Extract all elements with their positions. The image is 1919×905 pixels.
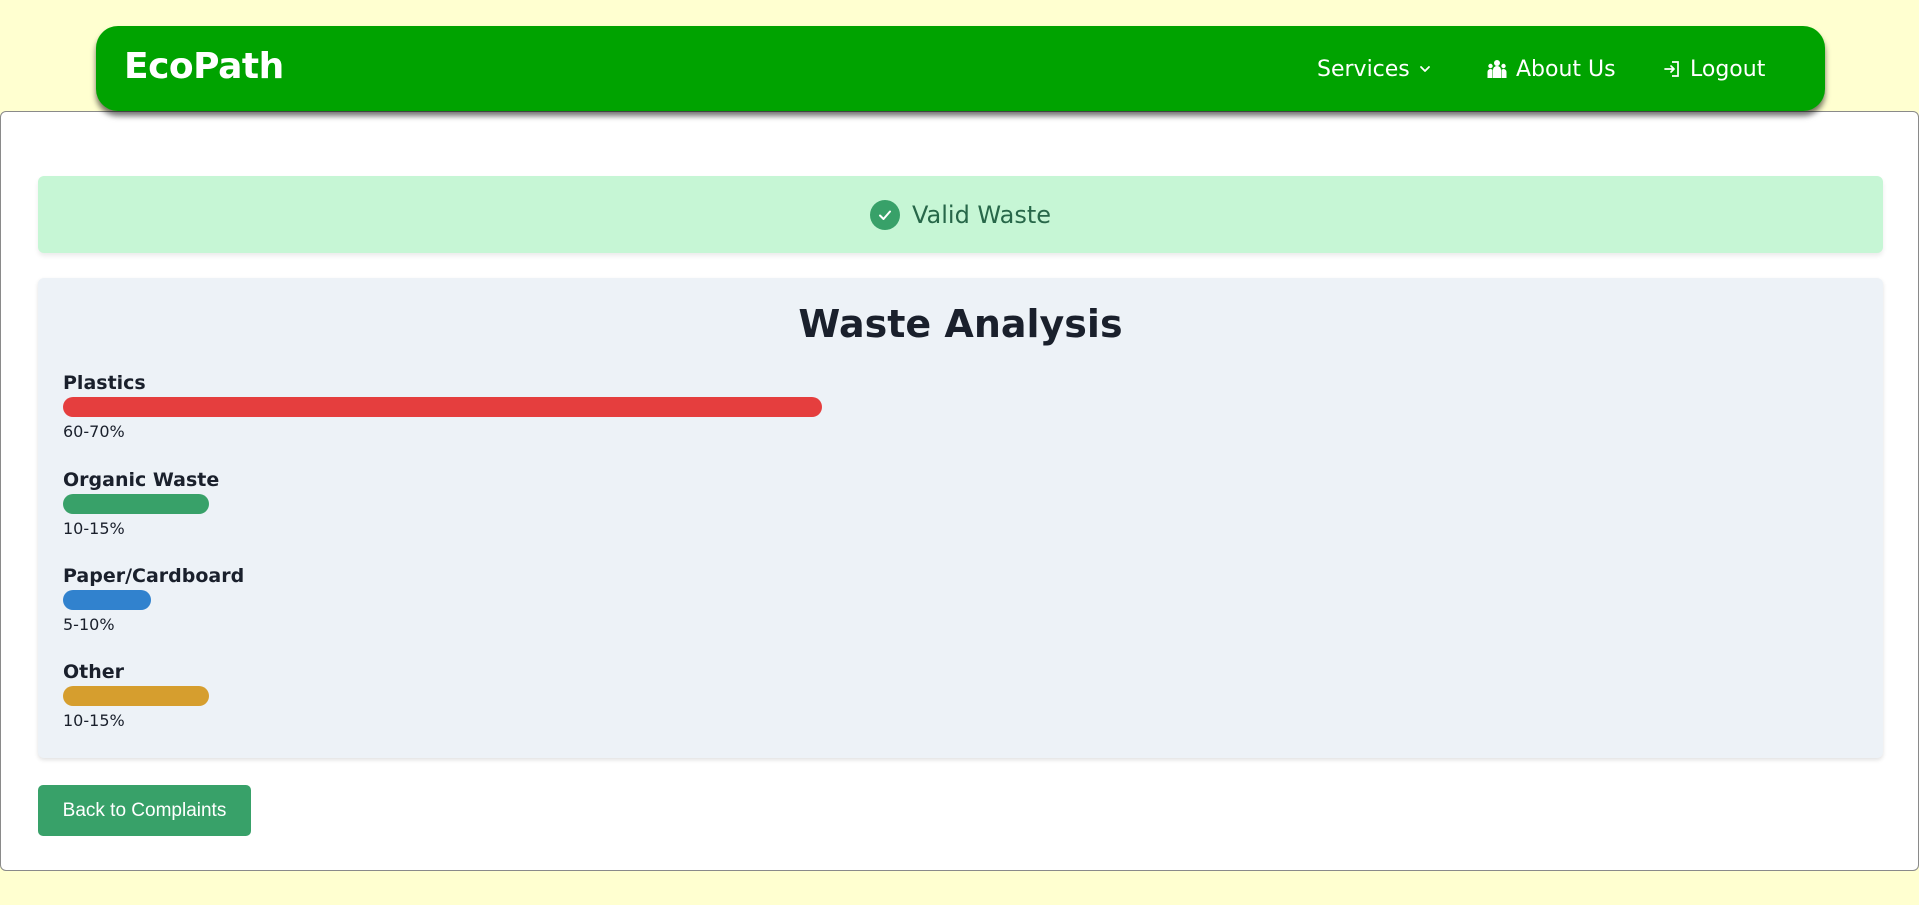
category-bar-fill bbox=[63, 686, 209, 706]
nav-logout[interactable]: Logout bbox=[1662, 54, 1765, 84]
category-bar-track bbox=[63, 590, 1230, 610]
category-bar-fill bbox=[63, 494, 209, 514]
category-bar-track bbox=[63, 397, 1230, 417]
category-range: 10-15% bbox=[63, 519, 125, 538]
category-bar-fill bbox=[63, 397, 822, 417]
chevron-down-icon bbox=[1418, 62, 1432, 76]
users-icon bbox=[1486, 58, 1508, 80]
category-label: Paper/Cardboard bbox=[63, 565, 245, 587]
brand-logo[interactable]: EcoPath bbox=[124, 46, 284, 87]
login-icon bbox=[1662, 59, 1682, 79]
nav-services-label: Services bbox=[1317, 56, 1410, 82]
category-item: Organic Waste 10-15% bbox=[63, 469, 1263, 538]
category-range: 10-15% bbox=[63, 711, 125, 730]
check-circle-icon bbox=[869, 199, 900, 230]
status-alert-text: Valid Waste bbox=[911, 200, 1052, 229]
category-label: Plastics bbox=[63, 372, 146, 394]
category-item: Plastics 60-70% bbox=[63, 372, 1263, 441]
category-range: 60-70% bbox=[63, 422, 125, 441]
nav-about-label: About Us bbox=[1516, 56, 1616, 82]
back-to-complaints-button[interactable]: Back to Complaints bbox=[38, 785, 251, 836]
category-item: Paper/Cardboard 5-10% bbox=[63, 565, 1263, 634]
category-bar-track bbox=[63, 494, 1230, 514]
category-bar-track bbox=[63, 686, 1230, 706]
category-item: Other 10-15% bbox=[63, 661, 1263, 730]
nav-logout-label: Logout bbox=[1690, 56, 1766, 82]
category-range: 5-10% bbox=[63, 615, 115, 634]
status-alert: Valid Waste bbox=[38, 176, 1883, 253]
analysis-title: Waste Analysis bbox=[798, 302, 1123, 346]
category-bar-fill bbox=[63, 590, 151, 610]
top-navbar: EcoPath Services About Us Logout bbox=[96, 26, 1825, 111]
main-card: Valid Waste Waste Analysis Plastics 60-7… bbox=[0, 111, 1919, 871]
category-label: Organic Waste bbox=[63, 469, 220, 491]
nav-about-us[interactable]: About Us bbox=[1486, 54, 1616, 84]
category-label: Other bbox=[63, 661, 125, 683]
nav-services-dropdown[interactable]: Services bbox=[1317, 54, 1432, 84]
waste-analysis-panel: Waste Analysis Plastics 60-70% Organic W… bbox=[38, 278, 1883, 758]
